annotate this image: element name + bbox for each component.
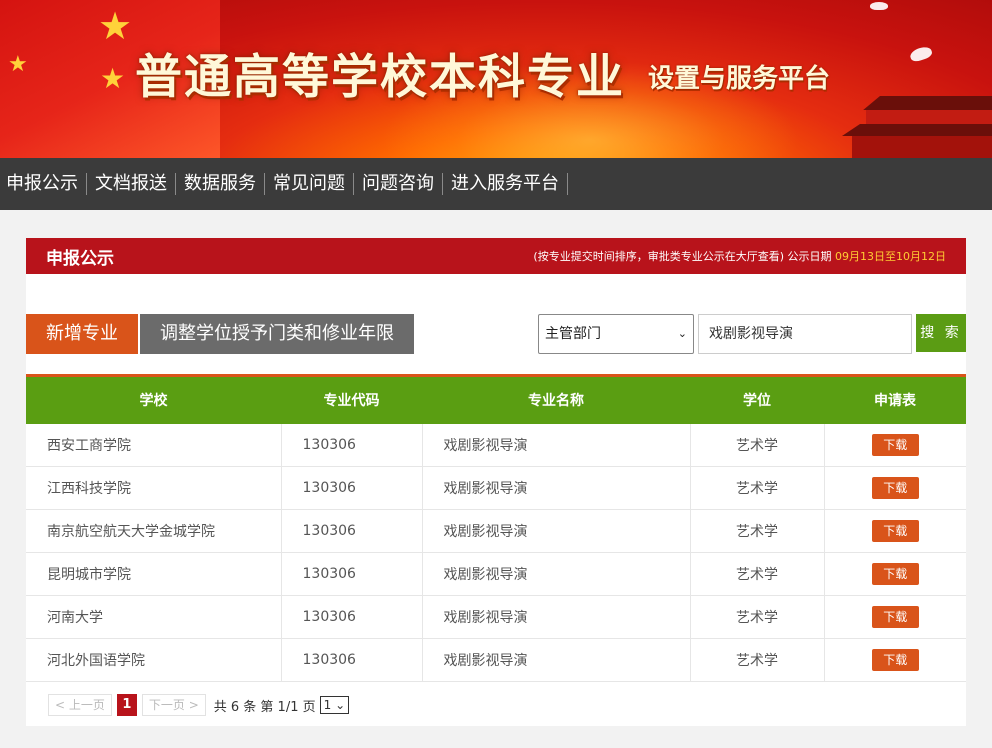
column-header-name: 专业名称 xyxy=(422,375,690,424)
table-row: 江西科技学院 130306 戏剧影视导演 艺术学 下载 xyxy=(26,466,966,510)
results-table: 学校 专业代码 专业名称 学位 申请表 西安工商学院 130306 戏剧影视导演… xyxy=(26,374,966,682)
column-header-degree: 学位 xyxy=(690,375,824,424)
section-note-text: (按专业提交时间排序，审批类专业公示在大厅查看) 公示日期 xyxy=(533,250,835,263)
department-select-value: 主管部门 xyxy=(545,326,601,342)
nav-item-announcements[interactable]: 申报公示 xyxy=(0,173,87,195)
download-cell: 下载 xyxy=(824,552,966,596)
degree-cell: 艺术学 xyxy=(690,466,825,510)
page-select-value: 1 xyxy=(323,698,332,712)
major-name-cell: 戏剧影视导演 xyxy=(422,595,691,639)
nav-item-documents[interactable]: 文档报送 xyxy=(87,173,176,195)
tab-adjust-degree[interactable]: 调整学位授予门类和修业年限 xyxy=(140,314,414,354)
dove-icon xyxy=(870,2,888,10)
degree-cell: 艺术学 xyxy=(690,552,825,596)
table-row: 西安工商学院 130306 戏剧影视导演 艺术学 下载 xyxy=(26,423,966,467)
search-button[interactable]: 搜 索 xyxy=(916,314,966,352)
chevron-down-icon: ⌄ xyxy=(677,327,687,340)
table-row: 河南大学 130306 戏剧影视导演 艺术学 下载 xyxy=(26,595,966,639)
major-name-cell: 戏剧影视导演 xyxy=(422,509,691,553)
code-cell: 130306 xyxy=(281,595,423,639)
code-cell: 130306 xyxy=(281,552,423,596)
section-header: 申报公示 (按专业提交时间排序，审批类专业公示在大厅查看) 公示日期 09月13… xyxy=(26,238,966,274)
page-info: 共 6 条 第 1/1 页 xyxy=(213,699,316,715)
nav-item-faq[interactable]: 常见问题 xyxy=(265,173,354,195)
degree-cell: 艺术学 xyxy=(690,423,825,467)
search-input[interactable]: 戏剧影视导演 xyxy=(698,314,912,354)
nav-item-data-services[interactable]: 数据服务 xyxy=(176,173,265,195)
column-header-code: 专业代码 xyxy=(281,375,422,424)
school-cell: 河南大学 xyxy=(26,595,282,639)
nav-item-consultation[interactable]: 问题咨询 xyxy=(354,173,443,195)
nav-item-service-platform[interactable]: 进入服务平台 xyxy=(443,173,568,195)
download-button[interactable]: 下载 xyxy=(871,606,919,628)
code-cell: 130306 xyxy=(281,509,423,553)
download-button[interactable]: 下载 xyxy=(871,477,919,499)
school-cell: 昆明城市学院 xyxy=(26,552,282,596)
tab-new-major[interactable]: 新增专业 xyxy=(26,314,138,354)
page-select[interactable]: 1 ⌄ xyxy=(319,696,350,714)
pagination: < 上一页 1 下一页 > 共 6 条 第 1/1 页 1 ⌄ xyxy=(48,694,350,716)
star-icon: ★ xyxy=(8,52,28,77)
header-banner: ★ ★ ★ 普通高等学校本科专业 设置与服务平台 xyxy=(0,0,992,158)
degree-cell: 艺术学 xyxy=(690,638,825,682)
school-cell: 江西科技学院 xyxy=(26,466,282,510)
announcement-date: 09月13日至10月12日 xyxy=(835,250,946,263)
degree-cell: 艺术学 xyxy=(690,595,825,639)
major-name-cell: 戏剧影视导演 xyxy=(422,552,691,596)
school-cell: 河北外国语学院 xyxy=(26,638,282,682)
download-cell: 下载 xyxy=(824,423,966,467)
tiananmen-graphic xyxy=(842,78,992,158)
download-cell: 下载 xyxy=(824,466,966,510)
column-header-school: 学校 xyxy=(26,375,281,424)
star-icon: ★ xyxy=(98,4,133,48)
code-cell: 130306 xyxy=(281,638,423,682)
star-icon: ★ xyxy=(100,62,126,95)
column-header-form: 申请表 xyxy=(824,375,966,424)
section-note: (按专业提交时间排序，审批类专业公示在大厅查看) 公示日期 09月13日至10月… xyxy=(533,248,966,264)
major-name-cell: 戏剧影视导演 xyxy=(422,466,691,510)
download-cell: 下载 xyxy=(824,509,966,553)
department-select[interactable]: 主管部门 ⌄ xyxy=(538,314,694,354)
table-header-row: 学校 专业代码 专业名称 学位 申请表 xyxy=(26,375,966,424)
major-name-cell: 戏剧影视导演 xyxy=(422,423,691,467)
download-cell: 下载 xyxy=(824,638,966,682)
next-page-button[interactable]: 下一页 > xyxy=(141,694,206,716)
download-button[interactable]: 下载 xyxy=(871,520,919,542)
table-row: 南京航空航天大学金城学院 130306 戏剧影视导演 艺术学 下载 xyxy=(26,509,966,553)
chevron-down-icon: ⌄ xyxy=(335,698,346,712)
download-cell: 下载 xyxy=(824,595,966,639)
code-cell: 130306 xyxy=(281,466,423,510)
download-button[interactable]: 下载 xyxy=(871,563,919,585)
banner-title: 普通高等学校本科专业 xyxy=(135,50,625,105)
dove-icon xyxy=(908,44,934,64)
download-button[interactable]: 下载 xyxy=(871,433,919,456)
table-row: 河北外国语学院 130306 戏剧影视导演 艺术学 下载 xyxy=(26,638,966,682)
section-title: 申报公示 xyxy=(46,248,114,269)
prev-page-button[interactable]: < 上一页 xyxy=(48,694,112,716)
download-button[interactable]: 下载 xyxy=(871,649,919,671)
school-cell: 西安工商学院 xyxy=(26,423,282,467)
code-cell: 130306 xyxy=(281,423,423,467)
major-name-cell: 戏剧影视导演 xyxy=(422,638,691,682)
banner-subtitle: 设置与服务平台 xyxy=(648,64,831,94)
school-cell: 南京航空航天大学金城学院 xyxy=(26,509,282,553)
content-panel: 申报公示 (按专业提交时间排序，审批类专业公示在大厅查看) 公示日期 09月13… xyxy=(26,238,966,726)
table-row: 昆明城市学院 130306 戏剧影视导演 艺术学 下载 xyxy=(26,552,966,596)
main-nav: 申报公示 文档报送 数据服务 常见问题 问题咨询 进入服务平台 xyxy=(0,158,992,210)
current-page[interactable]: 1 xyxy=(116,694,137,716)
degree-cell: 艺术学 xyxy=(690,509,825,553)
